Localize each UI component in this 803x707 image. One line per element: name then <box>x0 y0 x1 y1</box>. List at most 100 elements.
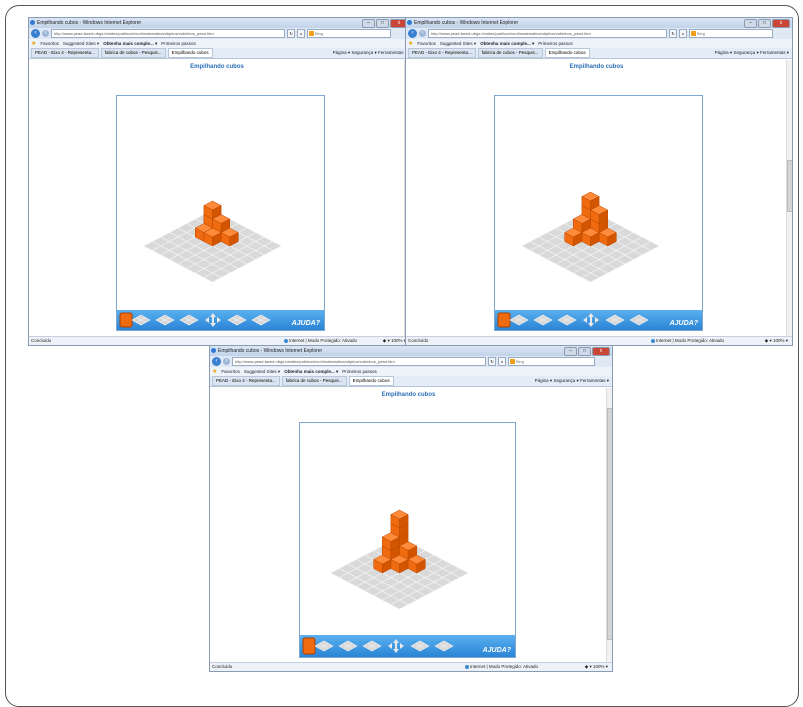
fav-primeiros-passos[interactable]: Primeiros passos <box>538 41 573 46</box>
tab-empilhando[interactable]: Empilhando cubos <box>544 48 590 58</box>
search-input[interactable]: Bing <box>307 29 391 38</box>
move-arrows-icon[interactable] <box>583 313 599 327</box>
grid-flat-icon[interactable] <box>509 314 529 326</box>
forward-icon[interactable]: › <box>223 358 230 365</box>
back-icon[interactable]: ‹ <box>408 29 417 38</box>
tool-icons[interactable] <box>300 635 480 657</box>
tab-fabrica[interactable]: fabrica de cubos - Pesquis... <box>281 376 347 386</box>
refresh-icon[interactable]: ↻ <box>669 29 677 38</box>
url-input[interactable]: http://www.pead.faced.ufrgs.br/sites/pub… <box>428 29 667 38</box>
globe-icon <box>465 664 469 669</box>
tool-icons[interactable] <box>117 310 297 330</box>
stop-icon[interactable]: x <box>679 29 687 38</box>
maximize-button[interactable]: □ <box>578 347 591 356</box>
maximize-button[interactable]: □ <box>376 19 389 28</box>
scrollbar[interactable] <box>786 60 792 336</box>
status-bar: Concluído Internet | Modo Protegido: Ati… <box>29 336 410 345</box>
zone-status: Internet | Modo Protegido: Ativado <box>465 663 538 671</box>
favorites-button[interactable]: Favoritos <box>417 41 436 46</box>
command-bar[interactable]: Página ▾ Segurança ▾ Ferramentas ▾ <box>715 49 789 57</box>
favorites-button[interactable]: Favoritos <box>221 369 240 374</box>
back-icon[interactable]: ‹ <box>212 357 221 366</box>
address-bar: ‹ › http://www.pead.faced.ufrgs.br/sites/… <box>406 28 792 39</box>
minimize-button[interactable]: – <box>744 19 757 28</box>
stop-icon[interactable]: x <box>498 357 506 366</box>
tab-bar: PEAD - Eixo 4 - Representa... fabrica de… <box>210 376 612 387</box>
maximize-button[interactable]: □ <box>758 19 771 28</box>
fav-primeiros-passos[interactable]: Primeiros passos <box>161 41 196 46</box>
minimize-button[interactable]: – <box>564 347 577 356</box>
refresh-icon[interactable]: ↻ <box>287 29 295 38</box>
command-bar[interactable]: Página ▾ Segurança ▾ Ferramentas ▾ <box>535 377 609 385</box>
rotate-left-icon[interactable] <box>605 314 625 326</box>
fav-primeiros-passos[interactable]: Primeiros passos <box>342 369 377 374</box>
tool-icons[interactable] <box>495 310 675 330</box>
favorites-button[interactable]: Favoritos <box>40 41 59 46</box>
url-input[interactable]: http://www.pead.faced.ufrgs.br/sites/pub… <box>51 29 285 38</box>
scroll-thumb[interactable] <box>607 408 612 640</box>
scroll-thumb[interactable] <box>787 160 792 212</box>
favorites-bar: ★ Favoritos Suggested Sites ▾ Obtenha mai… <box>210 367 612 376</box>
game-area[interactable]: AJUDA? <box>116 95 325 331</box>
cube-scene[interactable] <box>495 96 702 330</box>
tab-fabrica[interactable]: fabrica de cubos - Pesquis... <box>100 48 166 58</box>
close-button[interactable]: x <box>592 347 610 356</box>
zoom-level[interactable]: ◆ ▾ 100% ▾ <box>383 337 406 345</box>
tab-pead[interactable]: PEAD - Eixo 4 - Representa... <box>31 48 99 58</box>
game-area[interactable]: AJUDA? <box>494 95 703 331</box>
fav-suggested-sites[interactable]: Suggested Sites ▾ <box>440 41 476 47</box>
search-input[interactable]: Bing <box>689 29 773 38</box>
grid-slant-left-icon[interactable] <box>338 640 358 652</box>
tab-fabrica[interactable]: fabrica de cubos - Pesquis... <box>477 48 543 58</box>
close-button[interactable]: x <box>772 19 790 28</box>
rotate-right-icon[interactable] <box>434 640 454 652</box>
forward-icon[interactable]: › <box>419 30 426 37</box>
forward-icon[interactable]: › <box>42 30 49 37</box>
help-button[interactable]: AJUDA? <box>670 320 698 327</box>
fav-suggested-sites[interactable]: Suggested Sites ▾ <box>244 369 280 375</box>
search-input[interactable]: Bing <box>508 357 595 366</box>
grid-flat-icon[interactable] <box>314 640 334 652</box>
fav-suggested-sites[interactable]: Suggested Sites ▾ <box>63 41 99 47</box>
help-button[interactable]: AJUDA? <box>292 320 320 327</box>
refresh-icon[interactable]: ↻ <box>488 357 496 366</box>
grid-slant-left-icon[interactable] <box>155 314 175 326</box>
fav-obtenha[interactable]: Obtenha mais comple... ▾ <box>103 41 157 47</box>
help-button[interactable]: AJUDA? <box>483 647 511 654</box>
fav-obtenha[interactable]: Obtenha mais comple... ▾ <box>284 369 338 375</box>
grid-slant-right-icon[interactable] <box>557 314 577 326</box>
status-text: Concluído <box>408 338 429 343</box>
zoom-level[interactable]: ◆ ▾ 100% ▾ <box>765 337 788 345</box>
grid-slant-right-icon[interactable] <box>362 640 382 652</box>
grid-flat-icon[interactable] <box>131 314 151 326</box>
stop-icon[interactable]: x <box>297 29 305 38</box>
rotate-left-icon[interactable] <box>410 640 430 652</box>
move-arrows-icon[interactable] <box>205 313 221 327</box>
cube-scene[interactable] <box>300 423 515 657</box>
game-area[interactable]: AJUDA? <box>299 422 516 658</box>
tab-empilhando[interactable]: Empilhando cubos <box>348 376 394 386</box>
minimize-button[interactable]: – <box>362 19 375 28</box>
cube-tool-icon[interactable] <box>119 312 133 328</box>
cube-scene[interactable] <box>117 96 324 330</box>
rotate-left-icon[interactable] <box>227 314 247 326</box>
tab-pead[interactable]: PEAD - Eixo 4 - Representa... <box>212 376 280 386</box>
zone-status: Internet | Modo Protegido: Ativado <box>651 337 724 345</box>
tab-empilhando[interactable]: Empilhando cubos <box>167 48 213 58</box>
zoom-level[interactable]: ◆ ▾ 100% ▾ <box>585 663 608 671</box>
browser-window-2: Empilhando cubos - Windows Internet Expl… <box>405 17 793 346</box>
cube-tool-icon[interactable] <box>497 312 511 328</box>
game-title: Empilhando cubos <box>569 64 624 70</box>
scrollbar[interactable] <box>606 388 612 662</box>
url-input[interactable]: http://www.pead.faced.ufrgs.br/sites/pub… <box>232 357 486 366</box>
grid-slant-left-icon[interactable] <box>533 314 553 326</box>
rotate-right-icon[interactable] <box>629 314 649 326</box>
command-bar[interactable]: Página ▾ Segurança ▾ Ferramentas ▾ <box>333 49 407 57</box>
grid-slant-right-icon[interactable] <box>179 314 199 326</box>
move-arrows-icon[interactable] <box>388 639 404 653</box>
fav-obtenha[interactable]: Obtenha mais comple... ▾ <box>480 41 534 47</box>
cube-tool-icon[interactable] <box>302 637 316 655</box>
rotate-right-icon[interactable] <box>251 314 271 326</box>
tab-pead[interactable]: PEAD - Eixo 4 - Representa... <box>408 48 476 58</box>
back-icon[interactable]: ‹ <box>31 29 40 38</box>
